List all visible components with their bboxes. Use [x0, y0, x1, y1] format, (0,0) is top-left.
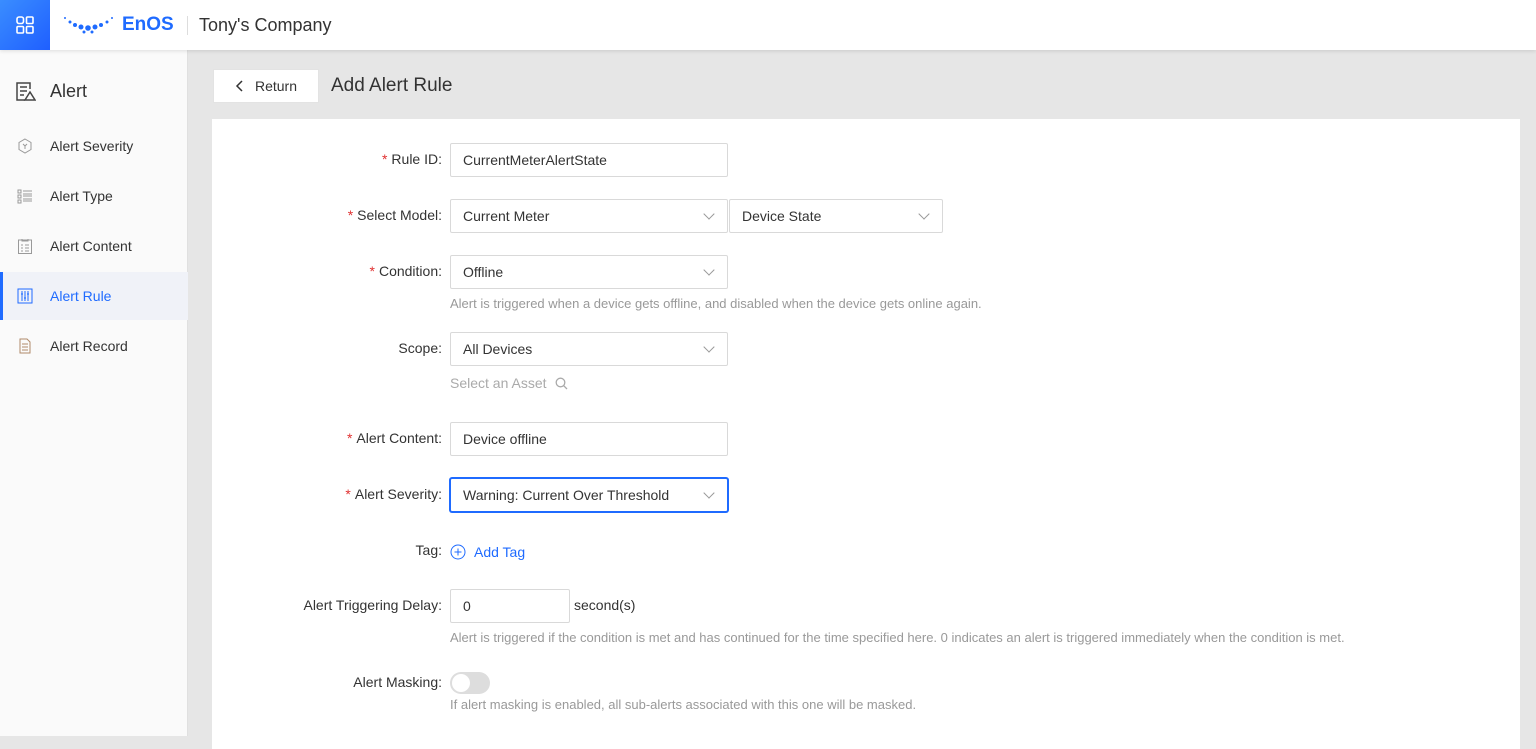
plus-circle-icon [450, 544, 466, 560]
delay-label: Alert Triggering Delay: [303, 597, 442, 613]
condition-select[interactable]: Offline [450, 255, 728, 289]
search-icon [555, 377, 567, 389]
masking-help: If alert masking is enabled, all sub-ale… [450, 697, 917, 712]
condition-label: * Condition: [369, 263, 443, 279]
sidebar-item-label: Alert Rule [50, 288, 112, 304]
brand-name: EnOS [122, 14, 174, 35]
alert-severity-label: * Alert Severity: [345, 486, 442, 502]
sidebar: Alert Alert Severity Alert Type Alert Co… [0, 50, 188, 736]
sidebar-item-alert-record[interactable]: Alert Record [0, 322, 188, 370]
page-title: Add Alert Rule [331, 75, 453, 96]
alert-content-input[interactable]: Device offline [450, 422, 728, 456]
sidebar-item-alert-rule[interactable]: Alert Rule [0, 272, 188, 320]
sidebar-title: Alert [14, 80, 87, 102]
return-button[interactable]: Return [213, 69, 319, 103]
sidebar-item-label: Alert Content [50, 238, 132, 254]
select-model-label: * Select Model: [347, 207, 442, 223]
divider [187, 16, 188, 35]
tag-label: Tag: [415, 542, 442, 558]
delay-unit: second(s) [574, 597, 636, 613]
sidebar-item-label: Alert Record [50, 338, 128, 354]
return-label: Return [254, 78, 298, 94]
alert-severity-select[interactable]: Warning: Current Over Threshold [450, 478, 728, 512]
sliders-icon [17, 288, 33, 304]
grid-icon [16, 16, 34, 34]
hexagon-icon [17, 138, 33, 154]
model-select[interactable]: Current Meter [450, 199, 728, 233]
sidebar-title-text: Alert [50, 80, 88, 101]
list-icon [17, 188, 33, 204]
model-attribute-select[interactable]: Device State [729, 199, 943, 233]
sidebar-item-alert-content[interactable]: Alert Content [0, 222, 188, 270]
alert-content-label: * Alert Content: [346, 430, 442, 446]
sidebar-item-label: Alert Type [50, 188, 113, 204]
sidebar-item-alert-type[interactable]: Alert Type [0, 172, 188, 220]
top-bar: EnOS Tony's Company [0, 0, 1536, 50]
company-name: Tony's Company [199, 15, 332, 35]
document-icon [17, 338, 33, 354]
logo-dots-icon [64, 17, 113, 34]
alert-masking-toggle[interactable] [450, 672, 490, 694]
alert-report-icon [16, 82, 36, 101]
toggle-knob [452, 674, 470, 692]
add-tag-button[interactable]: Add Tag [450, 544, 525, 560]
app-menu-button[interactable] [0, 0, 50, 50]
rule-id-label: * Rule ID: [381, 151, 442, 167]
masking-label: Alert Masking: [353, 674, 442, 690]
sidebar-item-label: Alert Severity [50, 138, 134, 154]
scope-select[interactable]: All Devices [450, 332, 728, 366]
condition-help: Alert is triggered when a device gets of… [450, 296, 982, 311]
scope-label: Scope: [398, 340, 442, 356]
sidebar-item-alert-severity[interactable]: Alert Severity [0, 122, 188, 170]
delay-help: Alert is triggered if the condition is m… [450, 630, 1345, 645]
clipboard-icon [17, 238, 33, 254]
rule-id-input[interactable]: CurrentMeterAlertState [450, 143, 728, 177]
delay-input[interactable]: 0 [450, 589, 570, 623]
enos-logo[interactable]: EnOS [62, 12, 174, 38]
select-asset-input[interactable]: Select an Asset [450, 375, 568, 391]
chevron-left-icon [235, 80, 243, 92]
